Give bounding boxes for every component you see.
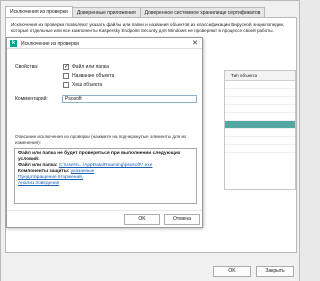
- dialog-cancel-button[interactable]: Отмена: [164, 214, 200, 225]
- desc-components-prefix: Компоненты защиты:: [18, 169, 70, 174]
- table-row[interactable]: [225, 145, 295, 153]
- exclusion-dialog: k Исключение из проверки ✕ Свойства: Фай…: [6, 37, 203, 228]
- table-row[interactable]: [225, 129, 295, 137]
- panel-description: Исключения из проверки позволяют указать…: [11, 22, 285, 34]
- desc-file-prefix: Файл или папка:: [18, 163, 58, 168]
- comment-input[interactable]: Psosoft: [62, 95, 197, 103]
- table-row[interactable]: [225, 137, 295, 145]
- tab-bar: Исключения из проверки Доверенные прилож…: [5, 6, 266, 17]
- object-hash-checkbox[interactable]: [63, 82, 69, 88]
- kaspersky-logo-icon: k: [10, 40, 17, 47]
- dialog-divider: [7, 210, 202, 211]
- dialog-titlebar: k Исключение из проверки ✕: [7, 38, 202, 49]
- close-icon[interactable]: ✕: [192, 39, 198, 47]
- file-or-folder-label: Файл или папка: [72, 64, 109, 70]
- dialog-ok-button[interactable]: OK: [124, 214, 160, 225]
- desc-behavior-analysis-link[interactable]: Анализ поведения: [18, 181, 193, 187]
- table-row[interactable]: [225, 105, 295, 113]
- properties-label: Свойства:: [15, 64, 39, 70]
- table-row[interactable]: [225, 89, 295, 97]
- description-hint: Описание исключения из проверки (нажмите…: [15, 134, 187, 145]
- tab-trusted-certificates[interactable]: Доверенное системное хранилище сертифика…: [139, 7, 266, 17]
- table-header-object-type[interactable]: Тип объекта: [225, 71, 295, 81]
- exclusion-description-box: Файл или папка не будет проверяться при …: [14, 148, 197, 204]
- object-name-label: Название объекта: [72, 73, 115, 79]
- comment-label: Комментарий:: [15, 96, 48, 102]
- table-row[interactable]: [225, 113, 295, 121]
- exclusions-table: Тип объекта: [224, 70, 296, 190]
- desc-condition-line: Файл или папка не будет проверяться при …: [18, 151, 181, 162]
- dialog-title: Исключение из проверки: [21, 41, 79, 47]
- object-name-checkbox[interactable]: [63, 73, 69, 79]
- table-row-selected[interactable]: [225, 121, 295, 129]
- object-hash-label: Хеш объекта: [72, 82, 103, 88]
- table-row[interactable]: [225, 97, 295, 105]
- desc-file-path-link[interactable]: C:\Users\...\AppData\Roaming\psosoft\*.e…: [59, 163, 153, 168]
- tab-scan-exclusions[interactable]: Исключения из проверки: [5, 6, 73, 17]
- footer-bar: OK Закрыть: [1, 253, 299, 281]
- tab-trusted-apps[interactable]: Доверенные приложения: [71, 7, 141, 17]
- desc-components-link[interactable]: указанные: [71, 169, 95, 174]
- close-button[interactable]: Закрыть: [256, 266, 294, 277]
- ok-button[interactable]: OK: [213, 266, 251, 277]
- file-or-folder-checkbox[interactable]: [63, 63, 69, 70]
- table-row[interactable]: [225, 81, 295, 89]
